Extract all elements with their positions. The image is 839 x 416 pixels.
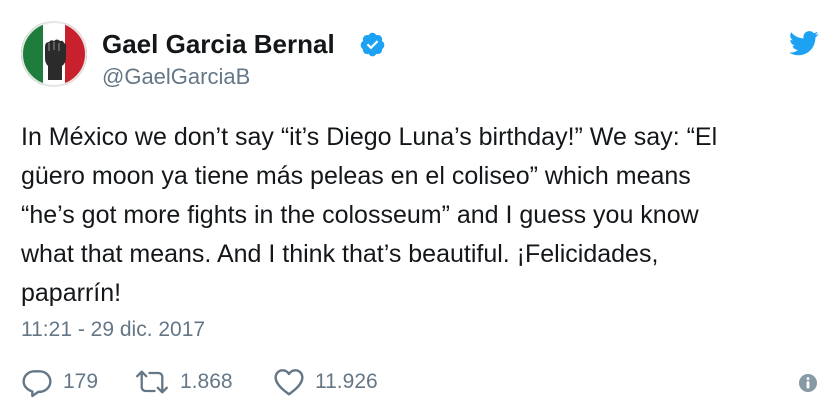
heart-icon — [274, 369, 304, 396]
reply-count: 179 — [63, 370, 99, 393]
tweet-text: In México we don’t say “it’s Diego Luna’… — [21, 118, 821, 313]
tweet-text-line: güero moon ya tiene más peleas en el col… — [21, 162, 691, 190]
tweet-text-line: what that means. And I think that’s beau… — [21, 240, 659, 268]
user-handle[interactable]: @GaelGarciaB — [102, 63, 250, 91]
display-name[interactable]: Gael Garcia Bernal — [102, 29, 335, 59]
user-avatar[interactable] — [21, 21, 87, 87]
tweet-text-line: “he’s got more fights in the colosseum” … — [21, 201, 699, 229]
like-count: 11.926 — [315, 370, 378, 393]
tweet-actions: 179 1.868 11.926 — [21, 366, 821, 398]
tweet-text-line: In México we don’t say “it’s Diego Luna’… — [21, 123, 718, 151]
reply-button[interactable]: 179 — [21, 366, 98, 398]
raised-fist-mexican-flag-icon — [21, 21, 87, 87]
retweet-button[interactable]: 1.868 — [134, 366, 233, 398]
retweet-count: 1.868 — [180, 370, 233, 393]
retweet-icon — [136, 370, 168, 394]
twitter-bird-icon[interactable] — [789, 31, 819, 56]
info-icon[interactable] — [798, 373, 818, 393]
like-button[interactable]: 11.926 — [273, 366, 378, 398]
verified-badge-icon — [360, 32, 385, 57]
tweet-card: Gael Garcia Bernal @GaelGarciaB In Méxic… — [0, 0, 839, 416]
reply-icon — [22, 370, 52, 398]
tweet-text-line: paparrín! — [21, 279, 122, 307]
tweet-timestamp[interactable]: 11:21 - 29 dic. 2017 — [21, 316, 205, 344]
